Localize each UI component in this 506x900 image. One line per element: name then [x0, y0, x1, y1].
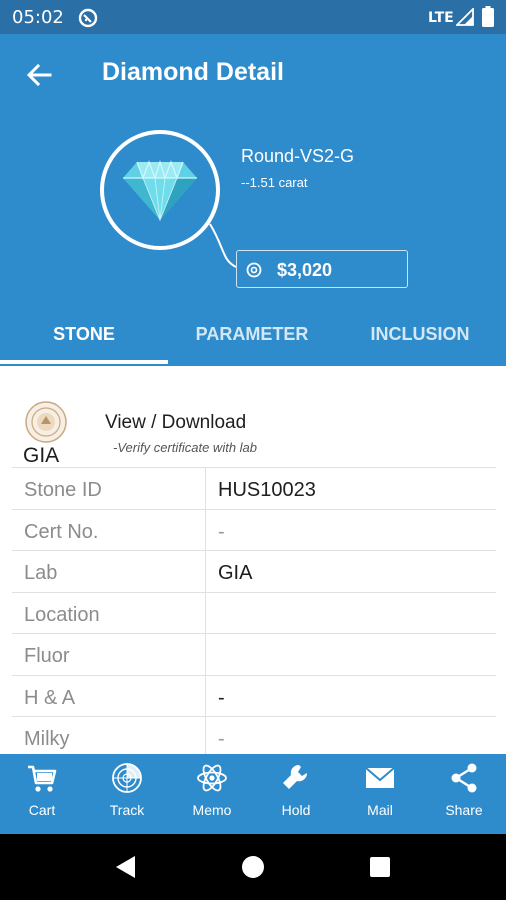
nav-label: Track — [109, 802, 145, 818]
stone-summary: Round-VS2-G --1.51 carat $3,020 — [0, 114, 506, 308]
column-divider — [205, 468, 206, 509]
notification-app-icon — [78, 8, 98, 28]
nav-hold[interactable]: Hold — [260, 754, 332, 834]
share-icon — [451, 763, 477, 793]
row-value: - — [218, 686, 225, 709]
gia-seal-icon — [25, 401, 67, 443]
home-circle-icon[interactable] — [240, 854, 266, 880]
bottom-nav: Cart Track Memo Hold Mail Share — [0, 754, 506, 834]
table-row: Milky - — [12, 717, 496, 754]
price-tag-icon — [246, 262, 262, 278]
row-value: GIA — [218, 562, 253, 584]
row-label: Cert No. — [24, 520, 99, 543]
row-label: Milky — [24, 728, 70, 750]
status-bar: 05:02 LTE — [0, 0, 506, 34]
table-row: Stone ID HUS10023 — [12, 468, 496, 510]
row-label: H & A — [24, 686, 76, 709]
app-bar: Diamond Detail — [0, 34, 506, 114]
stone-title: Round-VS2-G — [241, 146, 355, 166]
tab-bar: STONE PARAMETER INCLUSION — [0, 308, 506, 366]
tab-stone[interactable]: STONE — [0, 308, 168, 366]
nav-label: Mail — [367, 802, 393, 818]
row-value: - — [218, 520, 225, 543]
table-row: H & A - — [12, 675, 496, 717]
nav-track[interactable]: Track — [91, 754, 163, 834]
atom-icon — [197, 764, 227, 792]
table-row: Cert No. - — [12, 509, 496, 551]
nav-mail[interactable]: Mail — [344, 754, 416, 834]
mail-icon — [365, 767, 395, 788]
verify-hint: -Verify certificate with lab — [113, 440, 258, 455]
wrench-icon — [283, 764, 308, 789]
network-type: LTE — [428, 10, 454, 26]
nav-label: Hold — [281, 802, 311, 818]
arrow-back-icon — [26, 63, 52, 87]
certificate-row[interactable]: GIA View / Download -Verify certificate … — [12, 398, 496, 468]
price-value: $3,020 — [277, 260, 333, 280]
radar-icon — [112, 763, 142, 793]
nav-label: Cart — [28, 802, 56, 818]
stone-details: GIA View / Download -Verify certificate … — [0, 368, 506, 754]
battery-icon — [482, 6, 494, 27]
status-time: 05:02 — [12, 7, 64, 28]
nav-label: Memo — [192, 802, 232, 818]
nav-label: Share — [445, 802, 483, 818]
system-nav-bar — [0, 834, 506, 900]
lab-name: GIA — [23, 444, 60, 467]
column-divider — [205, 509, 206, 550]
back-triangle-icon[interactable] — [113, 854, 139, 880]
row-label: Fluor — [24, 645, 70, 667]
column-divider — [205, 675, 206, 716]
view-download-link[interactable]: View / Download — [105, 412, 246, 434]
signal-icon — [456, 8, 474, 26]
tab-parameter[interactable]: PARAMETER — [168, 308, 336, 366]
cart-icon — [28, 765, 57, 792]
diamond-image-frame — [100, 130, 220, 250]
tab-inclusion[interactable]: INCLUSION — [336, 308, 504, 366]
column-divider — [205, 634, 206, 675]
stone-carat: --1.51 carat — [241, 175, 308, 190]
column-divider — [205, 551, 206, 592]
nav-memo[interactable]: Memo — [176, 754, 248, 834]
back-button[interactable] — [16, 52, 62, 98]
price-box: $3,020 — [236, 250, 408, 288]
row-label: Location — [24, 603, 100, 626]
diamond-icon — [123, 159, 197, 222]
details-table: Stone ID HUS10023 Cert No. - Lab GIA Loc… — [12, 468, 496, 754]
table-row: Fluor — [12, 634, 496, 676]
row-label: Lab — [24, 562, 58, 584]
nav-share[interactable]: Share — [428, 754, 500, 834]
recents-square-icon[interactable] — [367, 854, 393, 880]
row-value: - — [218, 728, 225, 750]
column-divider — [205, 592, 206, 633]
tab-indicator — [0, 360, 168, 364]
table-row: Location — [12, 592, 496, 634]
row-value: HUS10023 — [218, 479, 316, 501]
column-divider — [205, 717, 206, 754]
row-label: Stone ID — [24, 479, 102, 501]
nav-cart[interactable]: Cart — [6, 754, 78, 834]
table-row: Lab GIA — [12, 551, 496, 593]
page-title: Diamond Detail — [102, 58, 284, 86]
